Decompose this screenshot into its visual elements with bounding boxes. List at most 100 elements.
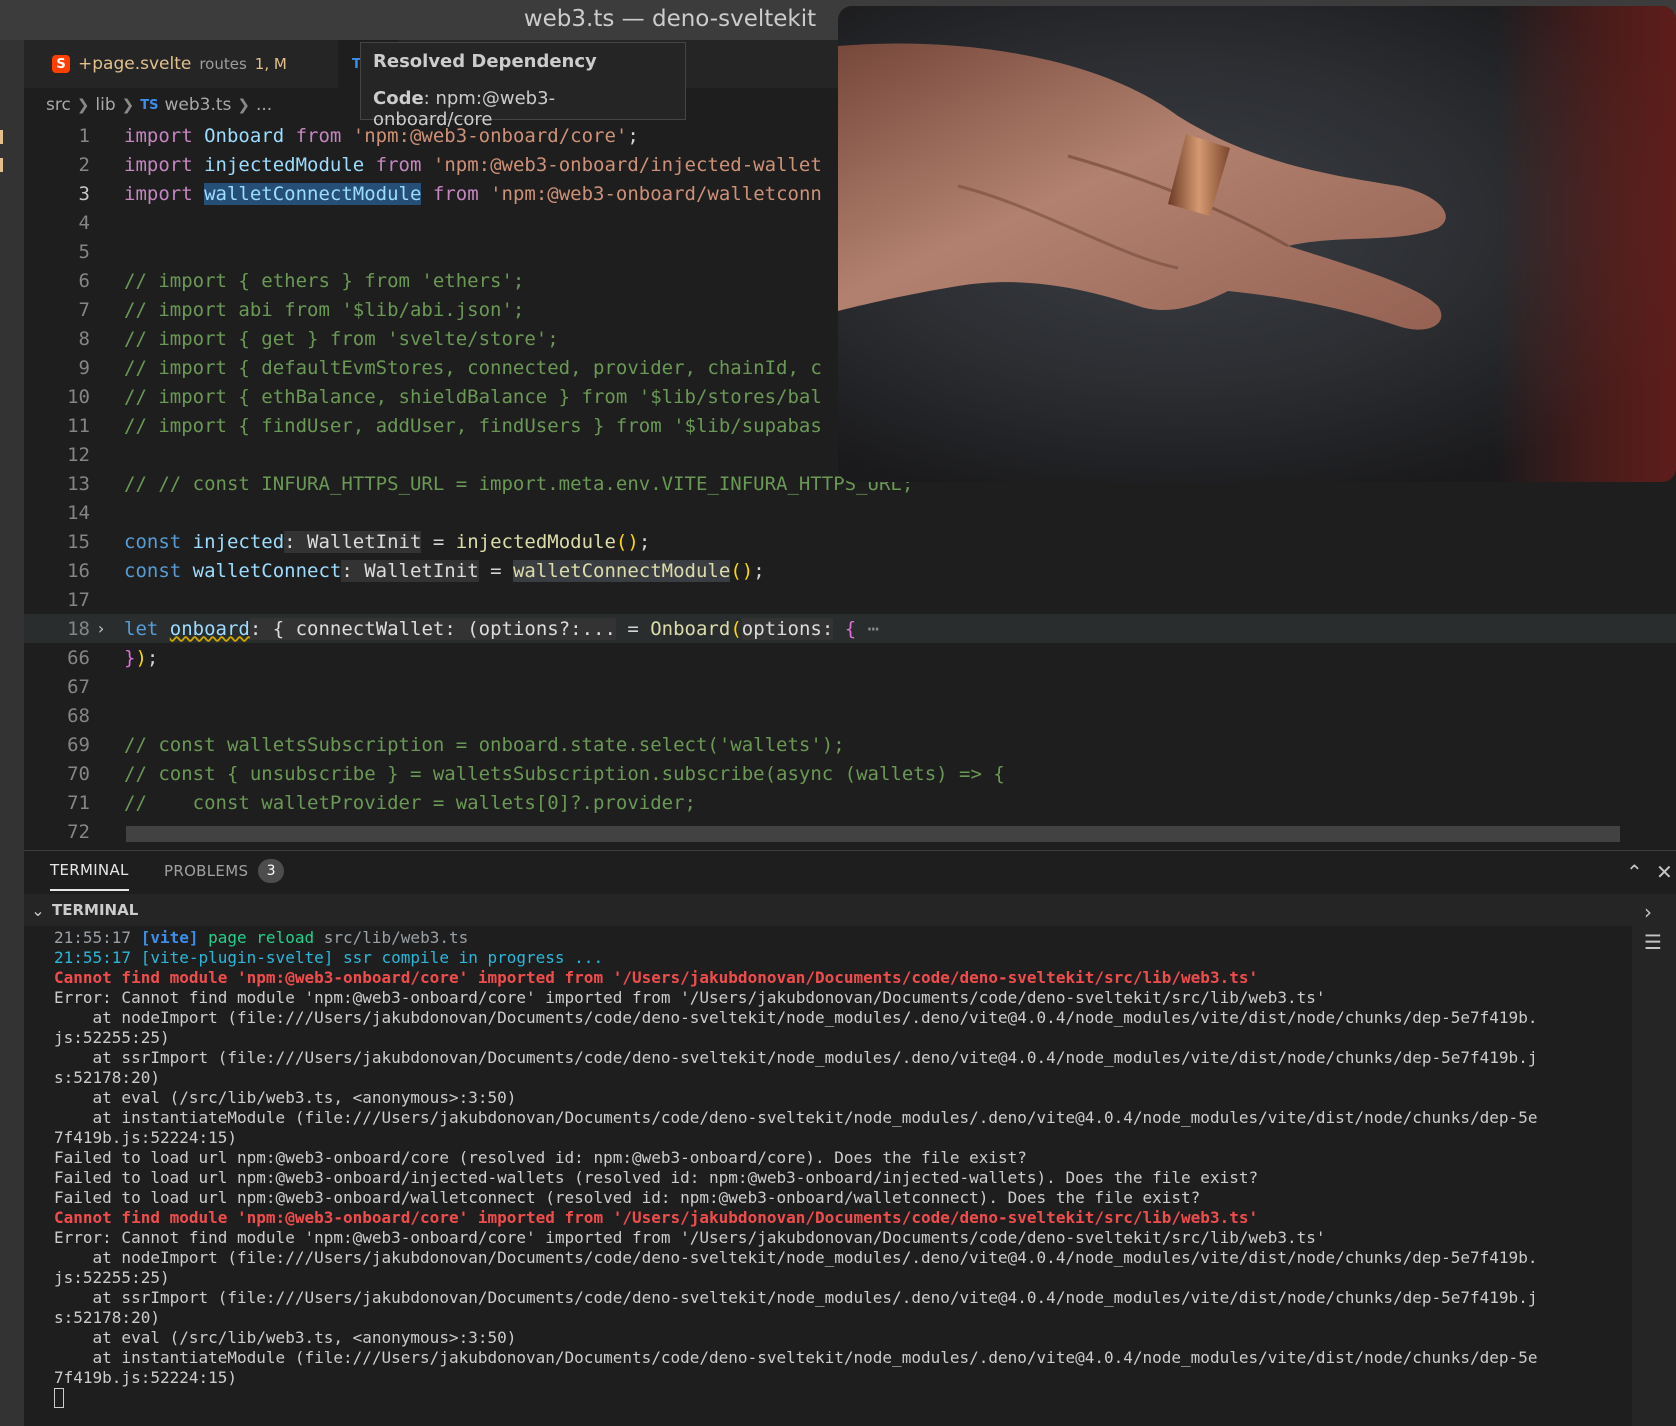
line-number: 5 xyxy=(78,240,90,263)
code-line[interactable]: 70 // const { unsubscribe } = walletsSub… xyxy=(24,759,1676,788)
line-number: 67 xyxy=(67,675,90,698)
chevron-right-icon: ❯ xyxy=(76,96,90,114)
line-number: 6 xyxy=(78,269,90,292)
breadcrumb: src ❯ lib ❯ TS web3.ts ❯ ... xyxy=(46,91,272,119)
close-panel-icon[interactable]: ✕ xyxy=(1656,860,1673,884)
line-number: 8 xyxy=(78,327,90,350)
tab-problems[interactable]: PROBLEMS 3 xyxy=(164,851,285,891)
svelte-icon: S xyxy=(52,55,70,73)
terminal-line: js:52255:25) xyxy=(54,1028,170,1047)
code-line[interactable]: 18 › let onboard: { connectWallet: (optio… xyxy=(24,614,1676,643)
fold-chevron-icon[interactable]: › xyxy=(90,619,112,638)
tab-label: PROBLEMS xyxy=(164,862,249,880)
change-marker xyxy=(0,130,3,144)
line-number: 9 xyxy=(78,356,90,379)
change-marker xyxy=(0,158,3,172)
horizontal-scrollbar[interactable] xyxy=(126,826,1620,842)
line-number: 13 xyxy=(67,472,90,495)
line-number: 3 xyxy=(78,182,90,205)
terminal-line: at instantiateModule (file:///Users/jaku… xyxy=(54,1348,1538,1367)
terminal-line: Error: Cannot find module 'npm:@web3-onb… xyxy=(54,1228,1326,1247)
parameter-inlay-hint: options: xyxy=(741,617,834,640)
background-glow xyxy=(1496,6,1676,482)
line-number: 17 xyxy=(67,588,90,611)
breadcrumb-item[interactable]: ... xyxy=(256,95,272,115)
terminal-line: at eval (/src/lib/web3.ts, <anonymous>:3… xyxy=(54,1088,517,1107)
terminal-line: Failed to load url npm:@web3-onboard/cor… xyxy=(54,1148,1027,1167)
terminal-line: Failed to load url npm:@web3-onboard/wal… xyxy=(54,1188,1201,1207)
line-number: 4 xyxy=(78,211,90,234)
line-number: 14 xyxy=(67,501,90,524)
highlighted-occurrence: walletConnectModule xyxy=(512,559,731,582)
terminal-error-line: Cannot find module 'npm:@web3-onboard/co… xyxy=(54,1208,1259,1227)
activity-bar xyxy=(0,40,24,1426)
chevron-right-icon[interactable]: › xyxy=(1644,900,1652,924)
line-number: 1 xyxy=(78,124,90,147)
terminal-line: at nodeImport (file:///Users/jakubdonova… xyxy=(54,1008,1538,1027)
type-inlay-hint: : WalletInit xyxy=(284,530,422,553)
problems-count-badge: 3 xyxy=(258,859,285,883)
terminal-line: s:52178:20) xyxy=(54,1068,160,1087)
terminal-error-line: Cannot find module 'npm:@web3-onboard/co… xyxy=(54,968,1259,987)
tooltip-code: Code: npm:@web3-onboard/core xyxy=(373,88,556,130)
tab-label: TERMINAL xyxy=(50,861,129,879)
line-number: 10 xyxy=(67,385,90,408)
terminal-side-toolbar: › ☰ xyxy=(1632,894,1676,1426)
warning-squiggle: onboard xyxy=(169,617,250,640)
line-number: 12 xyxy=(67,443,90,466)
line-number: 68 xyxy=(67,704,90,727)
maximize-panel-icon[interactable]: ⌃ xyxy=(1626,860,1643,884)
code-line[interactable]: 71 // const walletProvider = wallets[0]?… xyxy=(24,788,1676,817)
folded-region-ellipsis: ⋯ xyxy=(856,617,880,640)
line-number: 71 xyxy=(67,791,90,814)
terminal-line: Error: Cannot find module 'npm:@web3-onb… xyxy=(54,988,1326,1007)
breadcrumb-item[interactable]: src xyxy=(46,95,71,115)
terminal-line: 7f419b.js:52224:15) xyxy=(54,1128,238,1147)
terminal-line: at ssrImport (file:///Users/jakubdonovan… xyxy=(54,1288,1538,1307)
breadcrumb-item[interactable]: lib xyxy=(95,95,115,115)
line-number: 72 xyxy=(67,820,90,843)
code-line[interactable]: 67 xyxy=(24,672,1676,701)
terminal-line: at nodeImport (file:///Users/jakubdonova… xyxy=(54,1248,1538,1267)
terminal-line: at ssrImport (file:///Users/jakubdonovan… xyxy=(54,1048,1538,1067)
tab-page-svelte[interactable]: S +page.svelte routes 1, M xyxy=(38,40,338,88)
terminal-line: 21:55:17 [vite] page reload src/lib/web3… xyxy=(54,928,469,947)
code-line[interactable]: 15 const injected: WalletInit = injected… xyxy=(24,527,1676,556)
panel-tab-bar: TERMINAL PROBLEMS 3 xyxy=(24,851,1676,891)
terminal-line: 7f419b.js:52224:15) xyxy=(54,1368,238,1387)
code-line[interactable]: 68 xyxy=(24,701,1676,730)
selected-identifier: walletConnectModule xyxy=(204,182,422,205)
terminal-line: at instantiateModule (file:///Users/jaku… xyxy=(54,1108,1538,1127)
terminal-line: 21:55:17 [vite-plugin-svelte] ssr compil… xyxy=(54,948,604,967)
code-line[interactable]: 69 // const walletsSubscription = onboar… xyxy=(24,730,1676,759)
ts-icon: TS xyxy=(140,97,159,113)
tab-terminal[interactable]: TERMINAL xyxy=(50,851,129,891)
type-inlay-hint: : WalletInit xyxy=(341,559,479,582)
terminal-cursor xyxy=(54,1388,64,1408)
line-number: 11 xyxy=(67,414,90,437)
line-number: 70 xyxy=(67,762,90,785)
tab-directory: routes xyxy=(199,55,247,73)
line-number: 69 xyxy=(67,733,90,756)
code-line[interactable]: 17 xyxy=(24,585,1676,614)
terminal-list-icon[interactable]: ☰ xyxy=(1644,930,1662,954)
line-number: 7 xyxy=(78,298,90,321)
chevron-down-icon: ⌄ xyxy=(31,900,45,920)
terminal-line: s:52178:20) xyxy=(54,1308,160,1327)
line-number: 15 xyxy=(67,530,90,553)
terminal-output[interactable]: 21:55:17 [vite] page reload src/lib/web3… xyxy=(24,926,1632,1426)
tooltip-title: Resolved Dependency xyxy=(373,51,597,72)
terminal-line: Failed to load url npm:@web3-onboard/inj… xyxy=(54,1168,1259,1187)
line-number: 18 xyxy=(67,617,90,640)
breadcrumb-item[interactable]: web3.ts xyxy=(164,95,231,115)
chevron-right-icon: ❯ xyxy=(121,96,135,114)
terminal-line: at eval (/src/lib/web3.ts, <anonymous>:3… xyxy=(54,1328,517,1347)
code-line[interactable]: 16 const walletConnect: WalletInit = wal… xyxy=(24,556,1676,585)
code-line[interactable]: 66 }); xyxy=(24,643,1676,672)
terminal-section-header[interactable]: ⌄ TERMINAL xyxy=(24,894,1632,926)
line-number: 16 xyxy=(67,559,90,582)
terminal-section-title: TERMINAL xyxy=(52,901,139,919)
type-inlay-hint: : { connectWallet: (options?:... xyxy=(249,617,616,640)
video-overlay[interactable] xyxy=(838,6,1676,482)
code-line[interactable]: 14 xyxy=(24,498,1676,527)
